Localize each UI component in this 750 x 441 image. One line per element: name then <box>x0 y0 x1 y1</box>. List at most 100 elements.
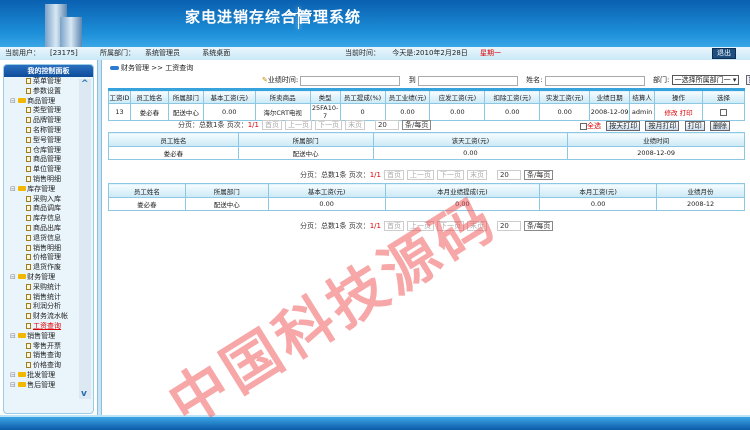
nav-group-label[interactable]: 批发管理 <box>27 371 55 379</box>
next-page-button[interactable]: 下一页 <box>436 221 464 231</box>
nav-group-label[interactable]: 库存管理 <box>27 185 55 193</box>
desktop-link[interactable]: 系统桌面 <box>202 49 230 57</box>
last-page-button[interactable]: 末页 <box>466 221 487 231</box>
column-header[interactable]: 业绩月份 <box>656 183 745 198</box>
page-size-input[interactable]: 20 <box>374 120 399 130</box>
page-icon <box>26 352 31 359</box>
column-header[interactable]: 实发工资(元) <box>539 89 591 104</box>
nav-group-label[interactable]: 财务管理 <box>27 273 55 281</box>
nav-item-label[interactable]: 零售开票 <box>33 342 61 350</box>
nav-item-label[interactable]: 销售明细 <box>33 175 61 183</box>
nav-item-label[interactable]: 类型管理 <box>33 106 61 114</box>
nav-item-label[interactable]: 采购统计 <box>33 283 61 291</box>
sparkle-icon <box>298 7 299 29</box>
column-header[interactable]: 结算人 <box>629 89 656 104</box>
nav-item-label[interactable]: 参数设置 <box>33 87 61 95</box>
column-header[interactable]: 业绩时间 <box>567 132 745 147</box>
per-page-button[interactable]: 条/每页 <box>401 120 432 130</box>
user-id: [23175] <box>50 49 78 57</box>
dept-select[interactable]: 一选择所属部门一 ▾ <box>671 75 740 85</box>
prev-page-button[interactable]: 上一页 <box>406 221 434 231</box>
first-page-button[interactable]: 首页 <box>261 120 282 130</box>
print-by-day-button[interactable]: 按天打印 <box>606 121 641 131</box>
column-header[interactable]: 员工业绩(元) <box>384 89 431 104</box>
column-header[interactable]: 所属部门 <box>184 183 269 198</box>
nav-item-label[interactable]: 单位管理 <box>33 165 61 173</box>
nav-item-label[interactable]: 价格管理 <box>33 253 61 261</box>
last-page-button[interactable]: 末页 <box>344 120 365 130</box>
column-header[interactable]: 基本工资(元) <box>267 183 386 198</box>
column-header[interactable]: 扣除工资(元) <box>484 89 541 104</box>
nav-item-label[interactable]: 退货作废 <box>33 263 61 271</box>
nav-item-label[interactable]: 库存信息 <box>33 214 61 222</box>
select-all-checkbox[interactable] <box>580 122 587 130</box>
nav-item-label[interactable]: 商品调库 <box>33 204 61 212</box>
edit-link[interactable]: 修改 <box>664 109 677 117</box>
nav-item-label[interactable]: 仓库管理 <box>33 146 61 154</box>
nav-group-label[interactable]: 售后管理 <box>27 381 55 389</box>
column-header[interactable]: 员工姓名 <box>108 183 186 198</box>
per-page-button[interactable]: 条/每页 <box>523 170 554 180</box>
page-size-input[interactable]: 20 <box>496 221 521 231</box>
column-header[interactable]: 本月业绩提成(元) <box>384 183 541 198</box>
nav-group-label[interactable]: 销售管理 <box>27 332 55 340</box>
row-checkbox[interactable] <box>719 108 727 116</box>
column-header[interactable]: 本月工资(元) <box>539 183 658 198</box>
column-header[interactable]: 选择 <box>701 89 746 104</box>
nav-item-label[interactable]: 销售统计 <box>33 293 61 301</box>
next-page-button[interactable]: 下一页 <box>436 170 464 180</box>
nav-item-label[interactable]: 价格查询 <box>33 361 61 369</box>
nav-group-label[interactable]: 商品管理 <box>27 97 55 105</box>
column-header[interactable]: 类型 <box>309 89 341 104</box>
nav-item-label[interactable]: 财务流水帐 <box>33 312 68 320</box>
column-header[interactable]: 员工姓名 <box>129 89 169 104</box>
column-header[interactable]: 员工姓名 <box>108 132 239 147</box>
column-header[interactable]: 工资ID <box>108 89 131 104</box>
column-header[interactable]: 所卖商品 <box>254 89 311 104</box>
nav-item-label[interactable]: 品牌管理 <box>33 116 61 124</box>
date-to-input[interactable] <box>417 76 518 86</box>
print-link[interactable]: 打印 <box>680 109 693 117</box>
page-icon <box>26 195 31 202</box>
print-button[interactable]: 打印 <box>684 121 705 131</box>
column-header[interactable]: 应发工资(元) <box>429 89 486 104</box>
delete-button[interactable]: 删除 <box>709 121 730 131</box>
name-input[interactable] <box>544 76 645 86</box>
page-size-input[interactable]: 20 <box>496 170 521 180</box>
prev-page-button[interactable]: 上一页 <box>406 170 434 180</box>
column-header[interactable]: 员工提成(%) <box>339 89 386 104</box>
nav-item-label[interactable]: 利润分析 <box>33 302 61 310</box>
column-header[interactable]: 所属部门 <box>237 132 374 147</box>
nav-item-label[interactable]: 销售明细 <box>33 244 61 252</box>
nav-item-label[interactable]: 销售查询 <box>33 351 61 359</box>
nav-item-label[interactable]: 商品管理 <box>33 155 61 163</box>
scroll-up-icon[interactable]: ^ <box>81 79 89 89</box>
column-header[interactable]: 基本工资(元) <box>202 89 256 104</box>
per-page-button[interactable]: 条/每页 <box>523 221 554 231</box>
date-from-input[interactable] <box>300 76 401 86</box>
column-header[interactable]: 该天工资(元) <box>372 132 569 147</box>
last-page-button[interactable]: 末页 <box>466 170 487 180</box>
nav-item-label[interactable]: 菜单管理 <box>33 77 61 85</box>
select-all-label[interactable]: 全选 <box>587 122 601 130</box>
first-page-button[interactable]: 首页 <box>383 221 404 231</box>
breadcrumb-section[interactable]: 财务管理 <box>121 64 149 72</box>
nav-item-label[interactable]: 商品出库 <box>33 224 61 232</box>
nav-item-label[interactable]: 工资查询 <box>33 322 61 330</box>
search-button[interactable]: 搜索 <box>745 75 750 85</box>
scroll-down-icon[interactable]: v <box>81 389 87 399</box>
column-header[interactable]: 操作 <box>654 89 703 104</box>
next-page-button[interactable]: 下一页 <box>314 120 342 130</box>
sidebar-scrollbar[interactable]: ^ v <box>79 79 91 399</box>
first-page-button[interactable]: 首页 <box>383 170 404 180</box>
logout-button[interactable]: 退出 <box>712 48 736 59</box>
page-icon <box>26 215 31 222</box>
nav-item-label[interactable]: 名称管理 <box>33 126 61 134</box>
print-by-month-button[interactable]: 按月打印 <box>645 121 680 131</box>
column-header[interactable]: 所属部门 <box>167 89 204 104</box>
prev-page-button[interactable]: 上一页 <box>284 120 312 130</box>
nav-item-label[interactable]: 采购入库 <box>33 195 61 203</box>
column-header[interactable]: 业绩日期 <box>589 89 631 104</box>
nav-item-label[interactable]: 型号管理 <box>33 136 61 144</box>
nav-item-label[interactable]: 退货信息 <box>33 234 61 242</box>
